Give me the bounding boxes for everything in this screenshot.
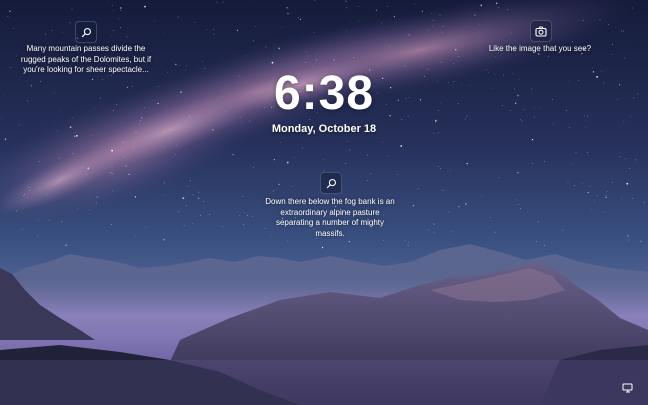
network-status-button[interactable] bbox=[622, 381, 634, 393]
network-icon bbox=[622, 383, 633, 393]
spotlight-search-button[interactable] bbox=[75, 21, 97, 43]
camera-icon bbox=[535, 26, 547, 37]
like-image-caption[interactable]: Like the image that you see? bbox=[480, 44, 600, 55]
spotlight-search-button-center[interactable] bbox=[320, 172, 342, 194]
like-image-button[interactable] bbox=[530, 20, 552, 42]
lock-screen-time: 6:38 bbox=[273, 67, 375, 120]
search-icon bbox=[81, 27, 91, 37]
search-icon bbox=[326, 178, 336, 188]
spotlight-caption-center[interactable]: Down there below the fog bank is an extr… bbox=[262, 197, 398, 239]
lock-screen-date: Monday, October 18 bbox=[271, 123, 377, 135]
